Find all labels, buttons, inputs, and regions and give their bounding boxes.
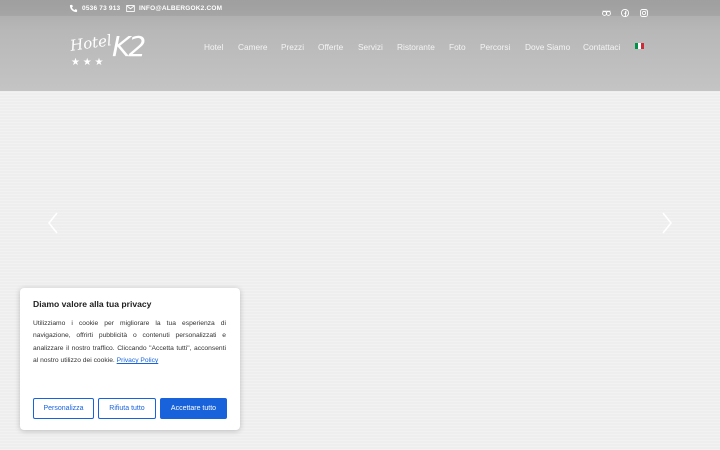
nav-item-ristorante[interactable]: Ristorante xyxy=(397,42,449,52)
cookie-description: Utilizziamo i cookie per migliorare la t… xyxy=(33,318,226,368)
nav-item-servizi[interactable]: Servizi xyxy=(358,42,397,52)
nav-item-percorsi[interactable]: Percorsi xyxy=(480,42,525,52)
logo-word: Hotel xyxy=(68,31,113,55)
site-header: 0536 73 913 INFO@ALBERGOK2.COM Hotel K2 … xyxy=(0,0,720,91)
chevron-right-icon[interactable] xyxy=(660,211,674,235)
privacy-policy-link[interactable]: Privacy Policy xyxy=(117,357,159,364)
social-links xyxy=(602,3,648,18)
nav-item-prezzi[interactable]: Prezzi xyxy=(281,42,318,52)
italian-flag-icon[interactable] xyxy=(635,43,644,49)
cookie-title: Diamo valore alla tua privacy xyxy=(33,299,152,309)
tripadvisor-icon[interactable] xyxy=(602,4,611,16)
nav-item-camere[interactable]: Camere xyxy=(238,42,281,52)
phone-link[interactable]: 0536 73 913 xyxy=(69,3,120,14)
chevron-left-icon[interactable] xyxy=(46,211,60,235)
nav-item-contattaci[interactable]: Contattaci xyxy=(583,42,631,52)
nav-item-foto[interactable]: Foto xyxy=(449,42,480,52)
nav-item-hotel[interactable]: Hotel xyxy=(204,42,238,52)
phone-icon xyxy=(69,4,78,13)
instagram-icon[interactable] xyxy=(640,4,648,17)
email-address: INFO@ALBERGOK2.COM xyxy=(139,5,223,12)
facebook-icon[interactable] xyxy=(620,4,630,18)
nav-item-offerte[interactable]: Offerte xyxy=(318,42,358,52)
email-link[interactable]: INFO@ALBERGOK2.COM xyxy=(126,3,222,14)
customize-button[interactable]: Personalizza xyxy=(33,398,94,419)
hotel-logo[interactable]: Hotel K2 ★ ★ ★ xyxy=(68,30,152,72)
logo-stars: ★ ★ ★ xyxy=(71,57,104,68)
reject-all-button[interactable]: Rifiuta tutto xyxy=(98,398,156,419)
envelope-icon xyxy=(126,5,135,12)
main-nav: Hotel Camere Prezzi Offerte Servizi Rist… xyxy=(204,40,631,54)
logo-mark: K2 xyxy=(112,30,146,63)
cookie-consent-dialog: Diamo valore alla tua privacy Utilizziam… xyxy=(20,288,240,430)
phone-number: 0536 73 913 xyxy=(82,5,121,12)
nav-item-dove-siamo[interactable]: Dove Siamo xyxy=(525,42,583,52)
accept-all-button[interactable]: Accettare tutto xyxy=(160,398,227,419)
